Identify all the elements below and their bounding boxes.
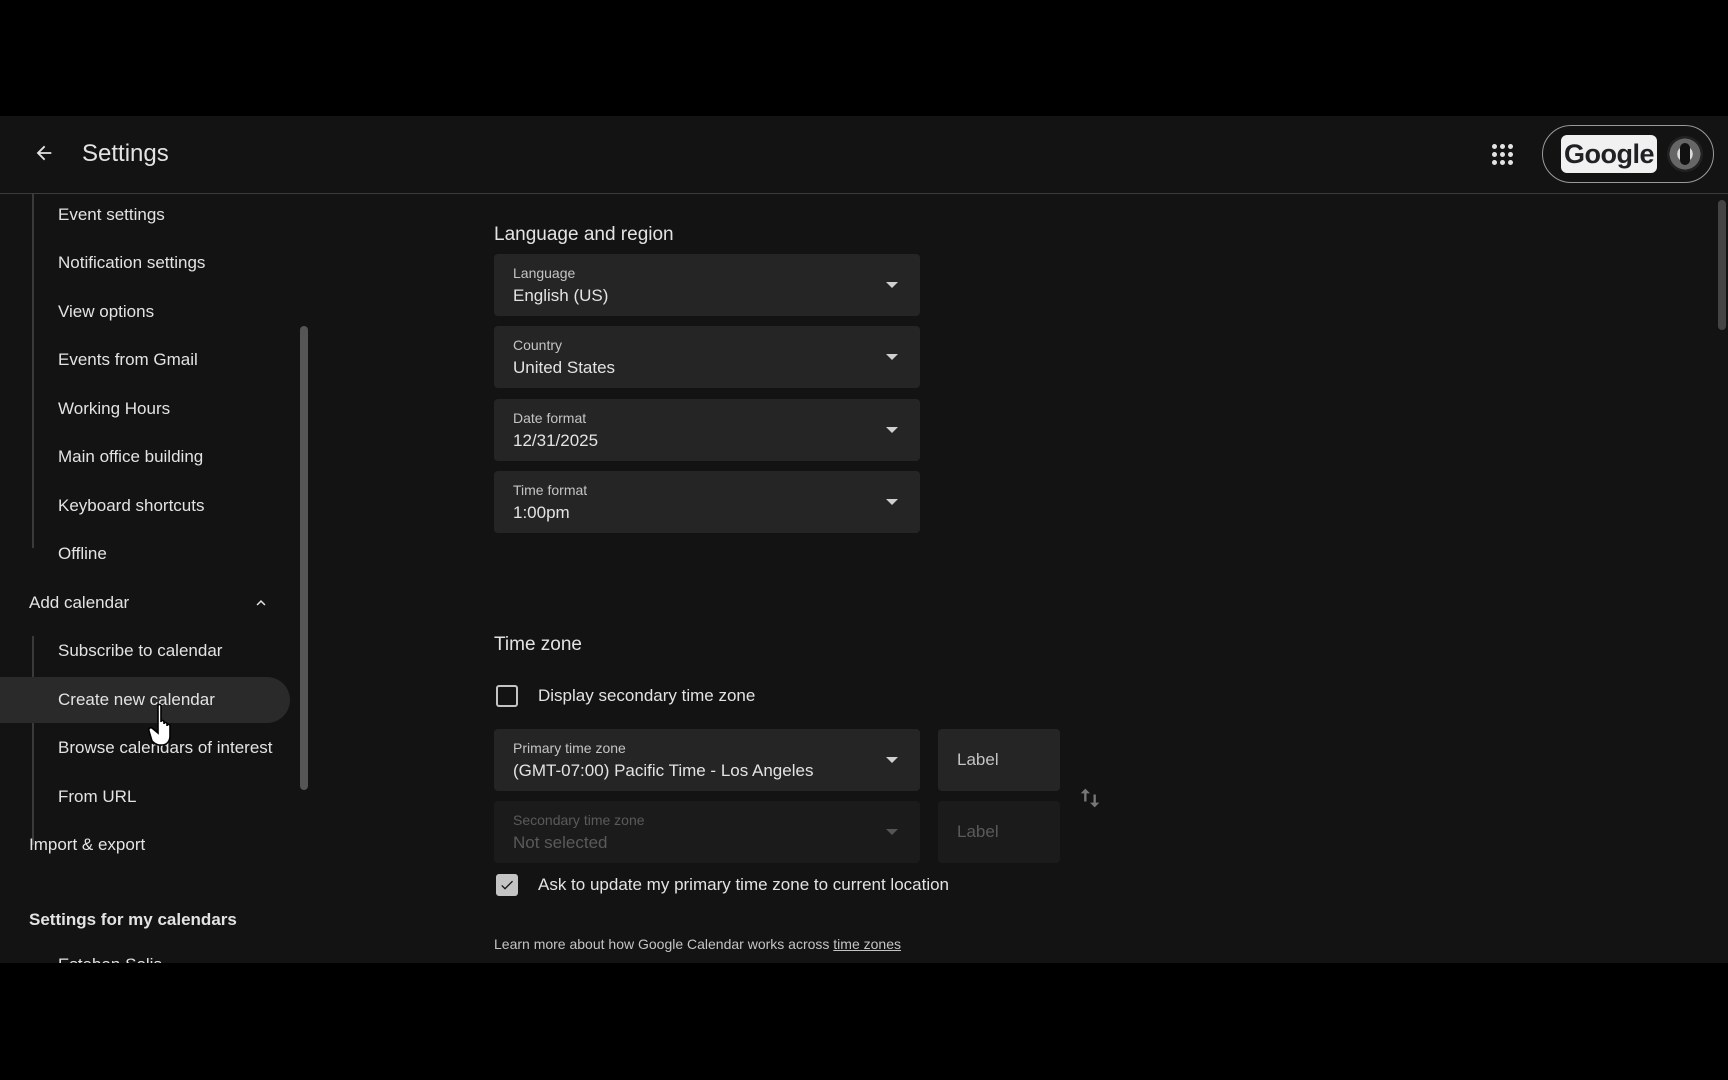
sidebar-item-events-from-gmail[interactable]: Events from Gmail [0, 337, 290, 383]
caret-down-icon [886, 282, 898, 288]
secondary-time-zone-label-input[interactable] [938, 801, 1060, 863]
check-icon [501, 880, 513, 890]
language-select[interactable]: Language English (US) [494, 254, 920, 316]
sidebar-item-browse-calendars-of-interest[interactable]: Browse calendars of interest [0, 725, 290, 771]
sidebar-item-subscribe-to-calendar[interactable]: Subscribe to calendar [0, 628, 290, 674]
sidebar-item-import-export[interactable]: Import & export [0, 822, 290, 868]
sidebar-scrollbar[interactable] [300, 326, 308, 790]
settings-sidebar: Event settings Notification settings Vie… [0, 194, 312, 963]
settings-content: Language and region Language English (US… [312, 194, 1712, 963]
swap-time-zones-icon[interactable] [1076, 784, 1104, 812]
sidebar-item-from-url[interactable]: From URL [0, 774, 290, 820]
hand-pointer-icon [148, 703, 171, 746]
checkbox-checked-icon [496, 874, 518, 896]
sidebar-add-calendar-toggle[interactable]: Add calendar [0, 580, 290, 626]
arrow-back-icon [36, 145, 52, 161]
ask-update-time-zone-checkbox[interactable]: Ask to update my primary time zone to cu… [496, 874, 949, 896]
google-apps-button[interactable] [1480, 132, 1524, 176]
sidebar-item-my-calendar[interactable]: Esteban Solis [0, 942, 290, 963]
secondary-time-zone-select[interactable]: Secondary time zone Not selected [494, 801, 920, 863]
caret-down-icon [886, 829, 898, 835]
sidebar-item-view-options[interactable]: View options [0, 289, 290, 335]
time-format-select[interactable]: Time format 1:00pm [494, 471, 920, 533]
page-title: Settings [82, 140, 169, 167]
back-button[interactable] [22, 131, 66, 175]
avatar [1667, 136, 1703, 172]
primary-time-zone-label-input[interactable] [938, 729, 1060, 791]
chevron-up-icon [256, 600, 266, 606]
time-zones-link[interactable]: time zones [833, 936, 901, 952]
apps-grid-icon [1491, 143, 1513, 165]
checkbox-unchecked-icon [496, 685, 518, 707]
letterbox-bottom [0, 963, 1728, 1080]
time-zone-title: Time zone [494, 634, 582, 655]
display-secondary-time-zone-checkbox[interactable]: Display secondary time zone [496, 685, 755, 707]
sidebar-item-event-settings[interactable]: Event settings [0, 194, 290, 238]
sidebar-item-working-hours[interactable]: Working Hours [0, 386, 290, 432]
learn-more-text: Learn more about how Google Calendar wor… [494, 936, 901, 952]
top-bar: Settings Google [0, 116, 1728, 194]
sidebar-item-create-new-calendar[interactable]: Create new calendar [0, 677, 290, 723]
sidebar-item-notification-settings[interactable]: Notification settings [0, 240, 290, 286]
caret-down-icon [886, 499, 898, 505]
sidebar-section-my-calendars: Settings for my calendars [29, 910, 237, 929]
sidebar-item-keyboard-shortcuts[interactable]: Keyboard shortcuts [0, 483, 290, 529]
sidebar-item-main-office-building[interactable]: Main office building [0, 434, 290, 480]
country-select[interactable]: Country United States [494, 326, 920, 388]
caret-down-icon [886, 354, 898, 360]
main-scrollbar[interactable] [1718, 200, 1726, 330]
letterbox-top [0, 0, 1728, 116]
date-format-select[interactable]: Date format 12/31/2025 [494, 399, 920, 461]
google-logo: Google [1561, 135, 1657, 173]
caret-down-icon [886, 427, 898, 433]
language-region-title: Language and region [494, 224, 674, 245]
calendar-settings-app: Settings Google Event settings Notificat… [0, 116, 1728, 963]
primary-time-zone-select[interactable]: Primary time zone (GMT-07:00) Pacific Ti… [494, 729, 920, 791]
sidebar-item-offline[interactable]: Offline [0, 531, 290, 577]
account-button[interactable]: Google [1542, 125, 1714, 183]
caret-down-icon [886, 757, 898, 763]
